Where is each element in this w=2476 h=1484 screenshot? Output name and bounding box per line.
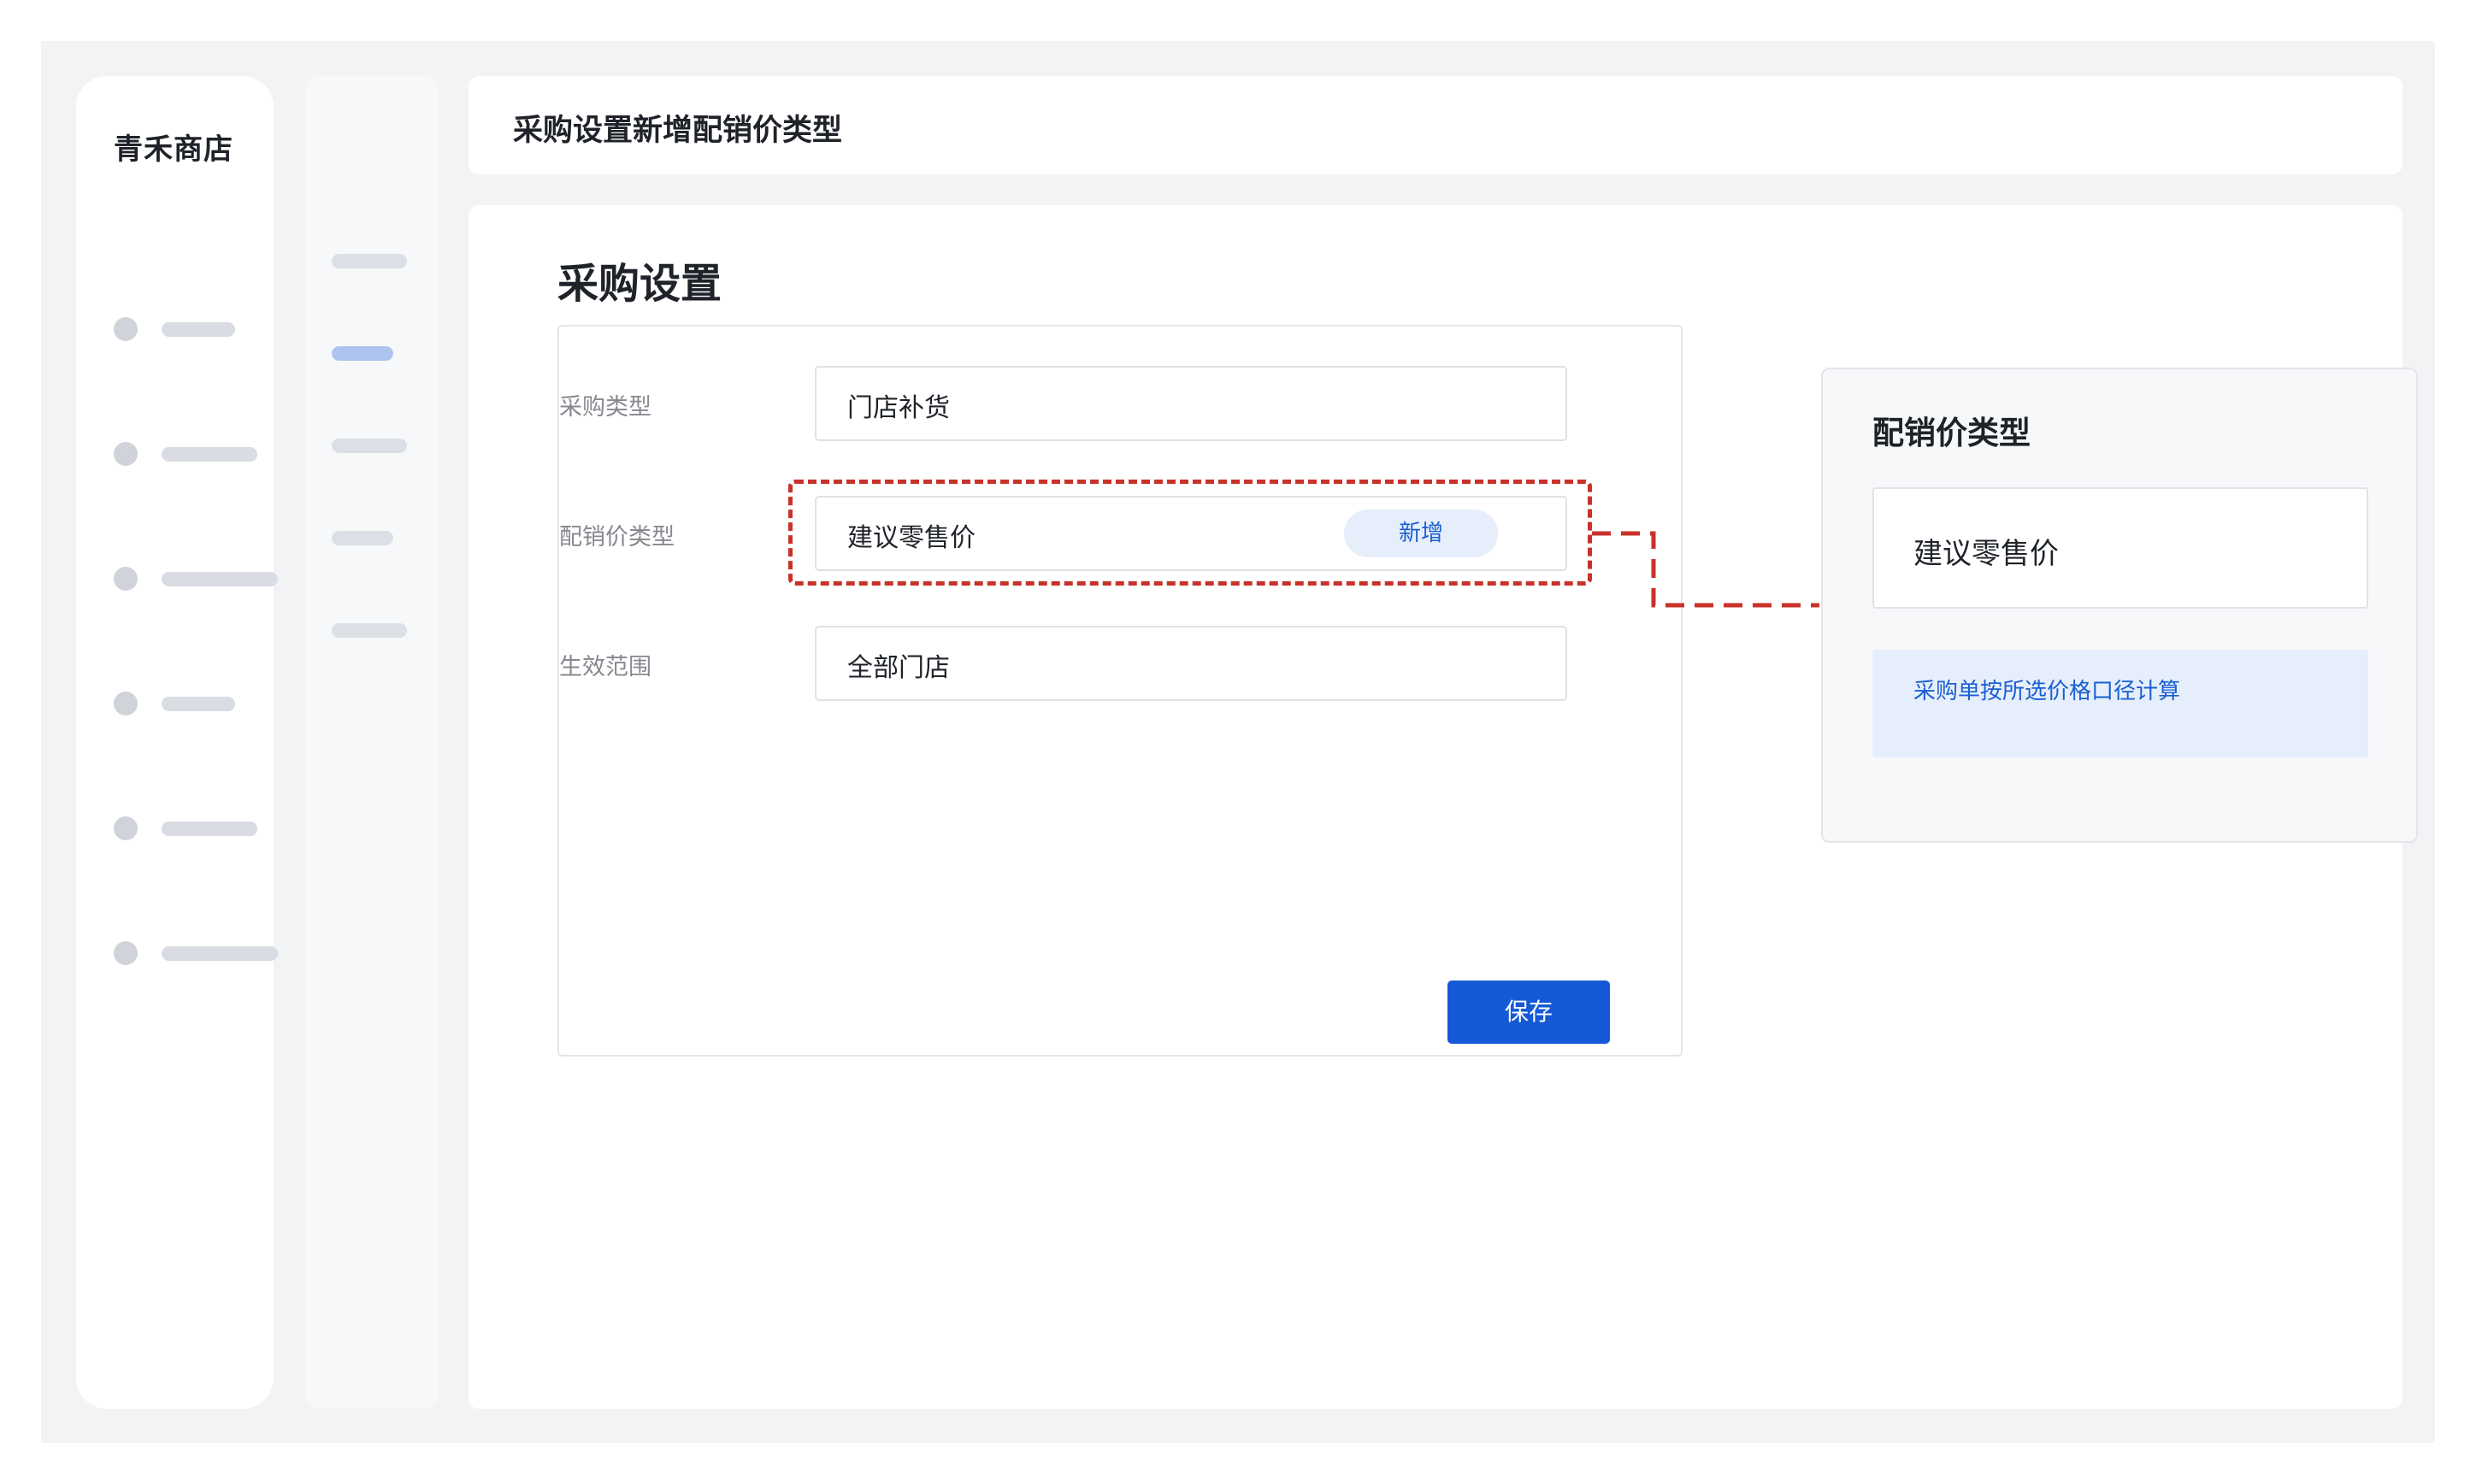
panel-note: 采购单按所选价格口径计算 [1872,650,2368,757]
panel-value-box: 建议零售价 [1872,487,2368,609]
panel-note-text: 采购单按所选价格口径计算 [1913,679,2181,704]
panel-title: 配销价类型 [1872,415,2031,451]
panel-value: 建议零售价 [1913,537,2059,571]
price-type-panel: 配销价类型 建议零售价 采购单按所选价格口径计算 [1821,368,2418,843]
